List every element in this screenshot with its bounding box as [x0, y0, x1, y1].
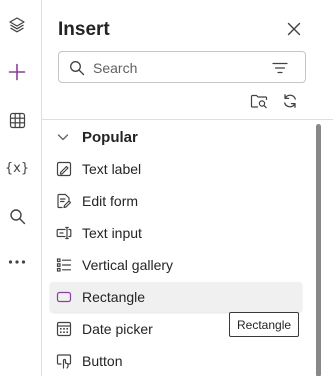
data-button[interactable]: [4, 107, 30, 133]
search-rail-button[interactable]: [4, 203, 30, 229]
item-label: Date picker: [82, 321, 153, 337]
insert-panel: Insert Search Popular Text label Edit fo…: [42, 0, 333, 376]
layers-icon: [9, 17, 25, 33]
item-label: Button: [82, 353, 123, 369]
table-icon: [9, 112, 25, 128]
refresh-icon: [284, 94, 296, 108]
scrollbar-thumb[interactable]: [316, 124, 321, 376]
text-label-icon: [56, 161, 72, 177]
tooltip: Rectangle: [229, 312, 300, 337]
rectangle-icon: [56, 291, 72, 303]
more-icon: [8, 260, 26, 264]
tree-view-button[interactable]: [4, 12, 30, 38]
list-item-text-label[interactable]: Text label: [50, 154, 302, 184]
component-list: Popular Text label Edit form Text input …: [42, 119, 333, 376]
button-icon: [56, 354, 72, 369]
list-item-vertical-gallery[interactable]: Vertical gallery: [50, 250, 302, 280]
panel-title: Insert: [58, 19, 110, 40]
variables-button[interactable]: {x}: [4, 155, 30, 181]
refresh-button[interactable]: [279, 91, 301, 111]
search-input[interactable]: [93, 58, 263, 78]
list-item-text-input[interactable]: Text input: [50, 218, 302, 248]
text-input-icon: [56, 226, 72, 240]
category-label: Popular: [82, 128, 138, 146]
date-picker-icon: [56, 321, 72, 337]
get-more-components-button[interactable]: [248, 91, 270, 111]
item-label: Vertical gallery: [82, 257, 174, 273]
edit-form-icon: [57, 193, 72, 209]
more-button[interactable]: [4, 249, 30, 275]
close-button[interactable]: [284, 19, 304, 39]
filter-icon[interactable]: [271, 60, 289, 76]
chevron-down-icon: [57, 134, 69, 141]
plus-icon: [8, 63, 26, 81]
item-label: Edit form: [82, 193, 139, 209]
search-icon: [70, 61, 85, 76]
search-box: [58, 51, 306, 83]
close-icon: [287, 22, 301, 36]
insert-button[interactable]: [4, 59, 30, 85]
list-item-rectangle[interactable]: Rectangle: [50, 282, 302, 312]
scrollbar[interactable]: [313, 120, 323, 376]
vertical-gallery-icon: [56, 258, 72, 272]
list-item-button[interactable]: Button: [50, 346, 302, 376]
item-label: Rectangle: [82, 289, 146, 305]
item-label: Text input: [82, 225, 142, 241]
search-icon: [9, 208, 25, 224]
variables-icon: {x}: [4, 160, 30, 176]
nav-rail: {x}: [0, 0, 34, 376]
folder-search-icon: [250, 94, 268, 109]
list-item-edit-form[interactable]: Edit form: [50, 186, 302, 216]
category-popular[interactable]: Popular: [50, 126, 138, 148]
item-label: Text label: [82, 161, 142, 177]
